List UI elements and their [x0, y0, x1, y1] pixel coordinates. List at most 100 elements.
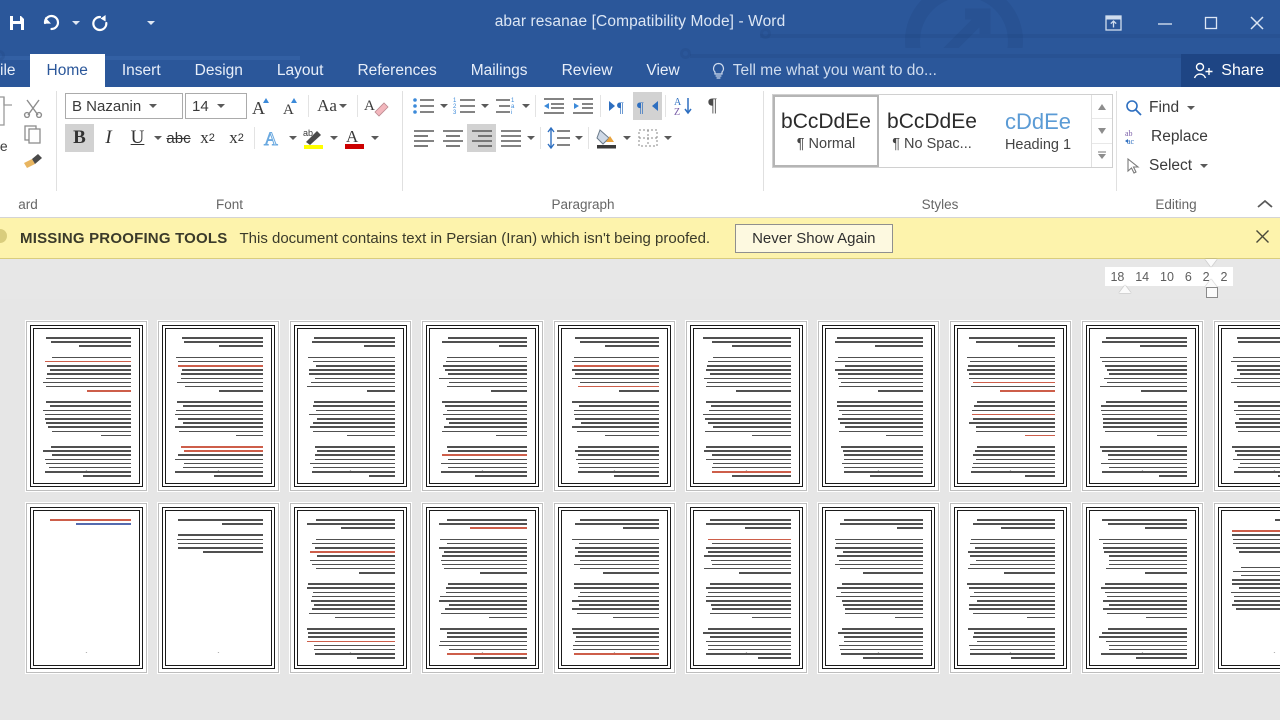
shading-dropdown-icon[interactable]	[621, 125, 633, 151]
justify-dropdown-icon[interactable]	[525, 125, 537, 151]
tab-mailings[interactable]: Mailings	[454, 54, 545, 87]
share-button[interactable]: Share	[1181, 54, 1280, 87]
numbering-button[interactable]: 123	[450, 92, 479, 120]
page-thumbnail[interactable]: -	[422, 503, 543, 673]
italic-button[interactable]: I	[94, 124, 123, 152]
right-indent-top-marker[interactable]	[1205, 259, 1217, 267]
page-thumbnail[interactable]: -	[818, 321, 939, 491]
select-dropdown-icon[interactable]	[1198, 153, 1210, 179]
clear-formatting-button[interactable]: A	[361, 92, 390, 120]
align-right-button[interactable]	[467, 124, 496, 152]
find-button[interactable]: Find	[1125, 94, 1210, 122]
style-normal[interactable]: bCcDdEe ¶ Normal	[773, 95, 879, 167]
page-thumbnail[interactable]: -	[290, 321, 411, 491]
tab-view[interactable]: View	[629, 54, 696, 87]
text-effects-dropdown-icon[interactable]	[287, 125, 299, 151]
page-thumbnail[interactable]: -	[26, 321, 147, 491]
first-line-indent-marker[interactable]	[1119, 285, 1131, 293]
grow-font-button[interactable]: A	[247, 92, 276, 120]
align-left-button[interactable]	[409, 124, 438, 152]
multilevel-list-button[interactable]: 1ai	[491, 92, 520, 120]
font-family-dropdown-icon[interactable]	[145, 94, 161, 118]
page-thumbnail[interactable]: -	[290, 503, 411, 673]
format-painter-button[interactable]	[20, 148, 46, 172]
cut-button[interactable]	[20, 96, 46, 120]
page-thumbnail[interactable]: -	[1214, 321, 1280, 491]
shading-button[interactable]	[592, 124, 621, 152]
page-thumbnail[interactable]: -	[818, 503, 939, 673]
strikethrough-button[interactable]: abc	[164, 124, 193, 152]
tab-insert[interactable]: Insert	[105, 54, 178, 87]
tab-file[interactable]: ile	[0, 54, 30, 87]
bullets-button[interactable]	[409, 92, 438, 120]
page-thumbnail[interactable]: -	[26, 503, 147, 673]
line-spacing-dropdown-icon[interactable]	[573, 125, 585, 151]
styles-scroll-down-icon[interactable]	[1092, 119, 1112, 144]
underline-dropdown-icon[interactable]	[152, 125, 164, 151]
select-button[interactable]: Select	[1125, 152, 1210, 180]
sort-button[interactable]: AZ	[669, 92, 698, 120]
highlight-dropdown-icon[interactable]	[328, 125, 340, 151]
page-thumbnail[interactable]: -	[158, 321, 279, 491]
message-close-button[interactable]	[1255, 229, 1270, 249]
shrink-font-button[interactable]: A	[276, 92, 305, 120]
ltr-text-direction-button[interactable]: ¶	[604, 92, 633, 120]
close-button[interactable]	[1234, 0, 1280, 46]
document-canvas[interactable]: - - - - - - - - - - - - - - - - - - - -	[0, 299, 1280, 719]
show-formatting-marks-button[interactable]: ¶	[698, 92, 727, 120]
page-thumbnail[interactable]: -	[158, 503, 279, 673]
paste-button[interactable]	[0, 92, 20, 137]
bold-button[interactable]: B	[65, 124, 94, 152]
change-case-button[interactable]: Aa	[312, 92, 354, 120]
tab-home[interactable]: Home	[29, 54, 105, 87]
page-thumbnail[interactable]: -	[950, 503, 1071, 673]
underline-button[interactable]: U	[123, 124, 152, 152]
align-center-button[interactable]	[438, 124, 467, 152]
style-no-spacing[interactable]: bCcDdEe ¶ No Spac...	[879, 95, 985, 167]
restore-button[interactable]	[1188, 0, 1234, 46]
decrease-indent-button[interactable]	[539, 92, 568, 120]
increase-indent-button[interactable]	[568, 92, 597, 120]
font-size-dropdown-icon[interactable]	[213, 94, 229, 118]
text-effects-button[interactable]: A	[258, 124, 287, 152]
page-thumbnail[interactable]: -	[422, 321, 543, 491]
line-spacing-button[interactable]	[544, 124, 573, 152]
page-thumbnail[interactable]: -	[686, 503, 807, 673]
styles-scrollbar[interactable]	[1091, 95, 1112, 167]
text-highlight-button[interactable]: ab	[299, 124, 328, 152]
style-heading-1[interactable]: cDdEe Heading 1	[985, 95, 1091, 167]
ribbon-display-options-button[interactable]	[1084, 0, 1142, 46]
page-thumbnail[interactable]: -	[1082, 503, 1203, 673]
font-color-dropdown-icon[interactable]	[369, 125, 381, 151]
numbering-dropdown-icon[interactable]	[479, 93, 491, 119]
page-thumbnail[interactable]: -	[1082, 321, 1203, 491]
justify-button[interactable]	[496, 124, 525, 152]
tell-me-search[interactable]: Tell me what you want to do...	[711, 54, 937, 87]
never-show-again-button[interactable]: Never Show Again	[735, 223, 893, 253]
change-case-dropdown-icon[interactable]	[337, 93, 349, 119]
bullets-dropdown-icon[interactable]	[438, 93, 450, 119]
minimize-button[interactable]	[1142, 0, 1188, 46]
tab-review[interactable]: Review	[545, 54, 630, 87]
font-color-button[interactable]: A	[340, 124, 369, 152]
rtl-text-direction-button[interactable]: ¶	[633, 92, 662, 120]
tab-references[interactable]: References	[340, 54, 453, 87]
page-thumbnail[interactable]: -	[554, 321, 675, 491]
styles-more-icon[interactable]	[1092, 144, 1112, 167]
replace-button[interactable]: ab ac Replace	[1125, 123, 1210, 151]
page-thumbnail[interactable]: -	[686, 321, 807, 491]
collapse-ribbon-button[interactable]	[1256, 197, 1274, 215]
multilevel-dropdown-icon[interactable]	[520, 93, 532, 119]
left-indent-box-marker[interactable]	[1206, 287, 1218, 298]
borders-button[interactable]	[633, 124, 662, 152]
tab-design[interactable]: Design	[178, 54, 260, 87]
subscript-button[interactable]: x2	[193, 124, 222, 152]
find-dropdown-icon[interactable]	[1185, 95, 1197, 121]
borders-dropdown-icon[interactable]	[662, 125, 674, 151]
superscript-button[interactable]: x2	[222, 124, 251, 152]
page-thumbnail[interactable]: -	[1214, 503, 1280, 673]
page-thumbnail[interactable]: -	[950, 321, 1071, 491]
font-family-combobox[interactable]: B Nazanin	[65, 93, 183, 119]
tab-layout[interactable]: Layout	[260, 54, 341, 87]
styles-scroll-up-icon[interactable]	[1092, 95, 1112, 120]
